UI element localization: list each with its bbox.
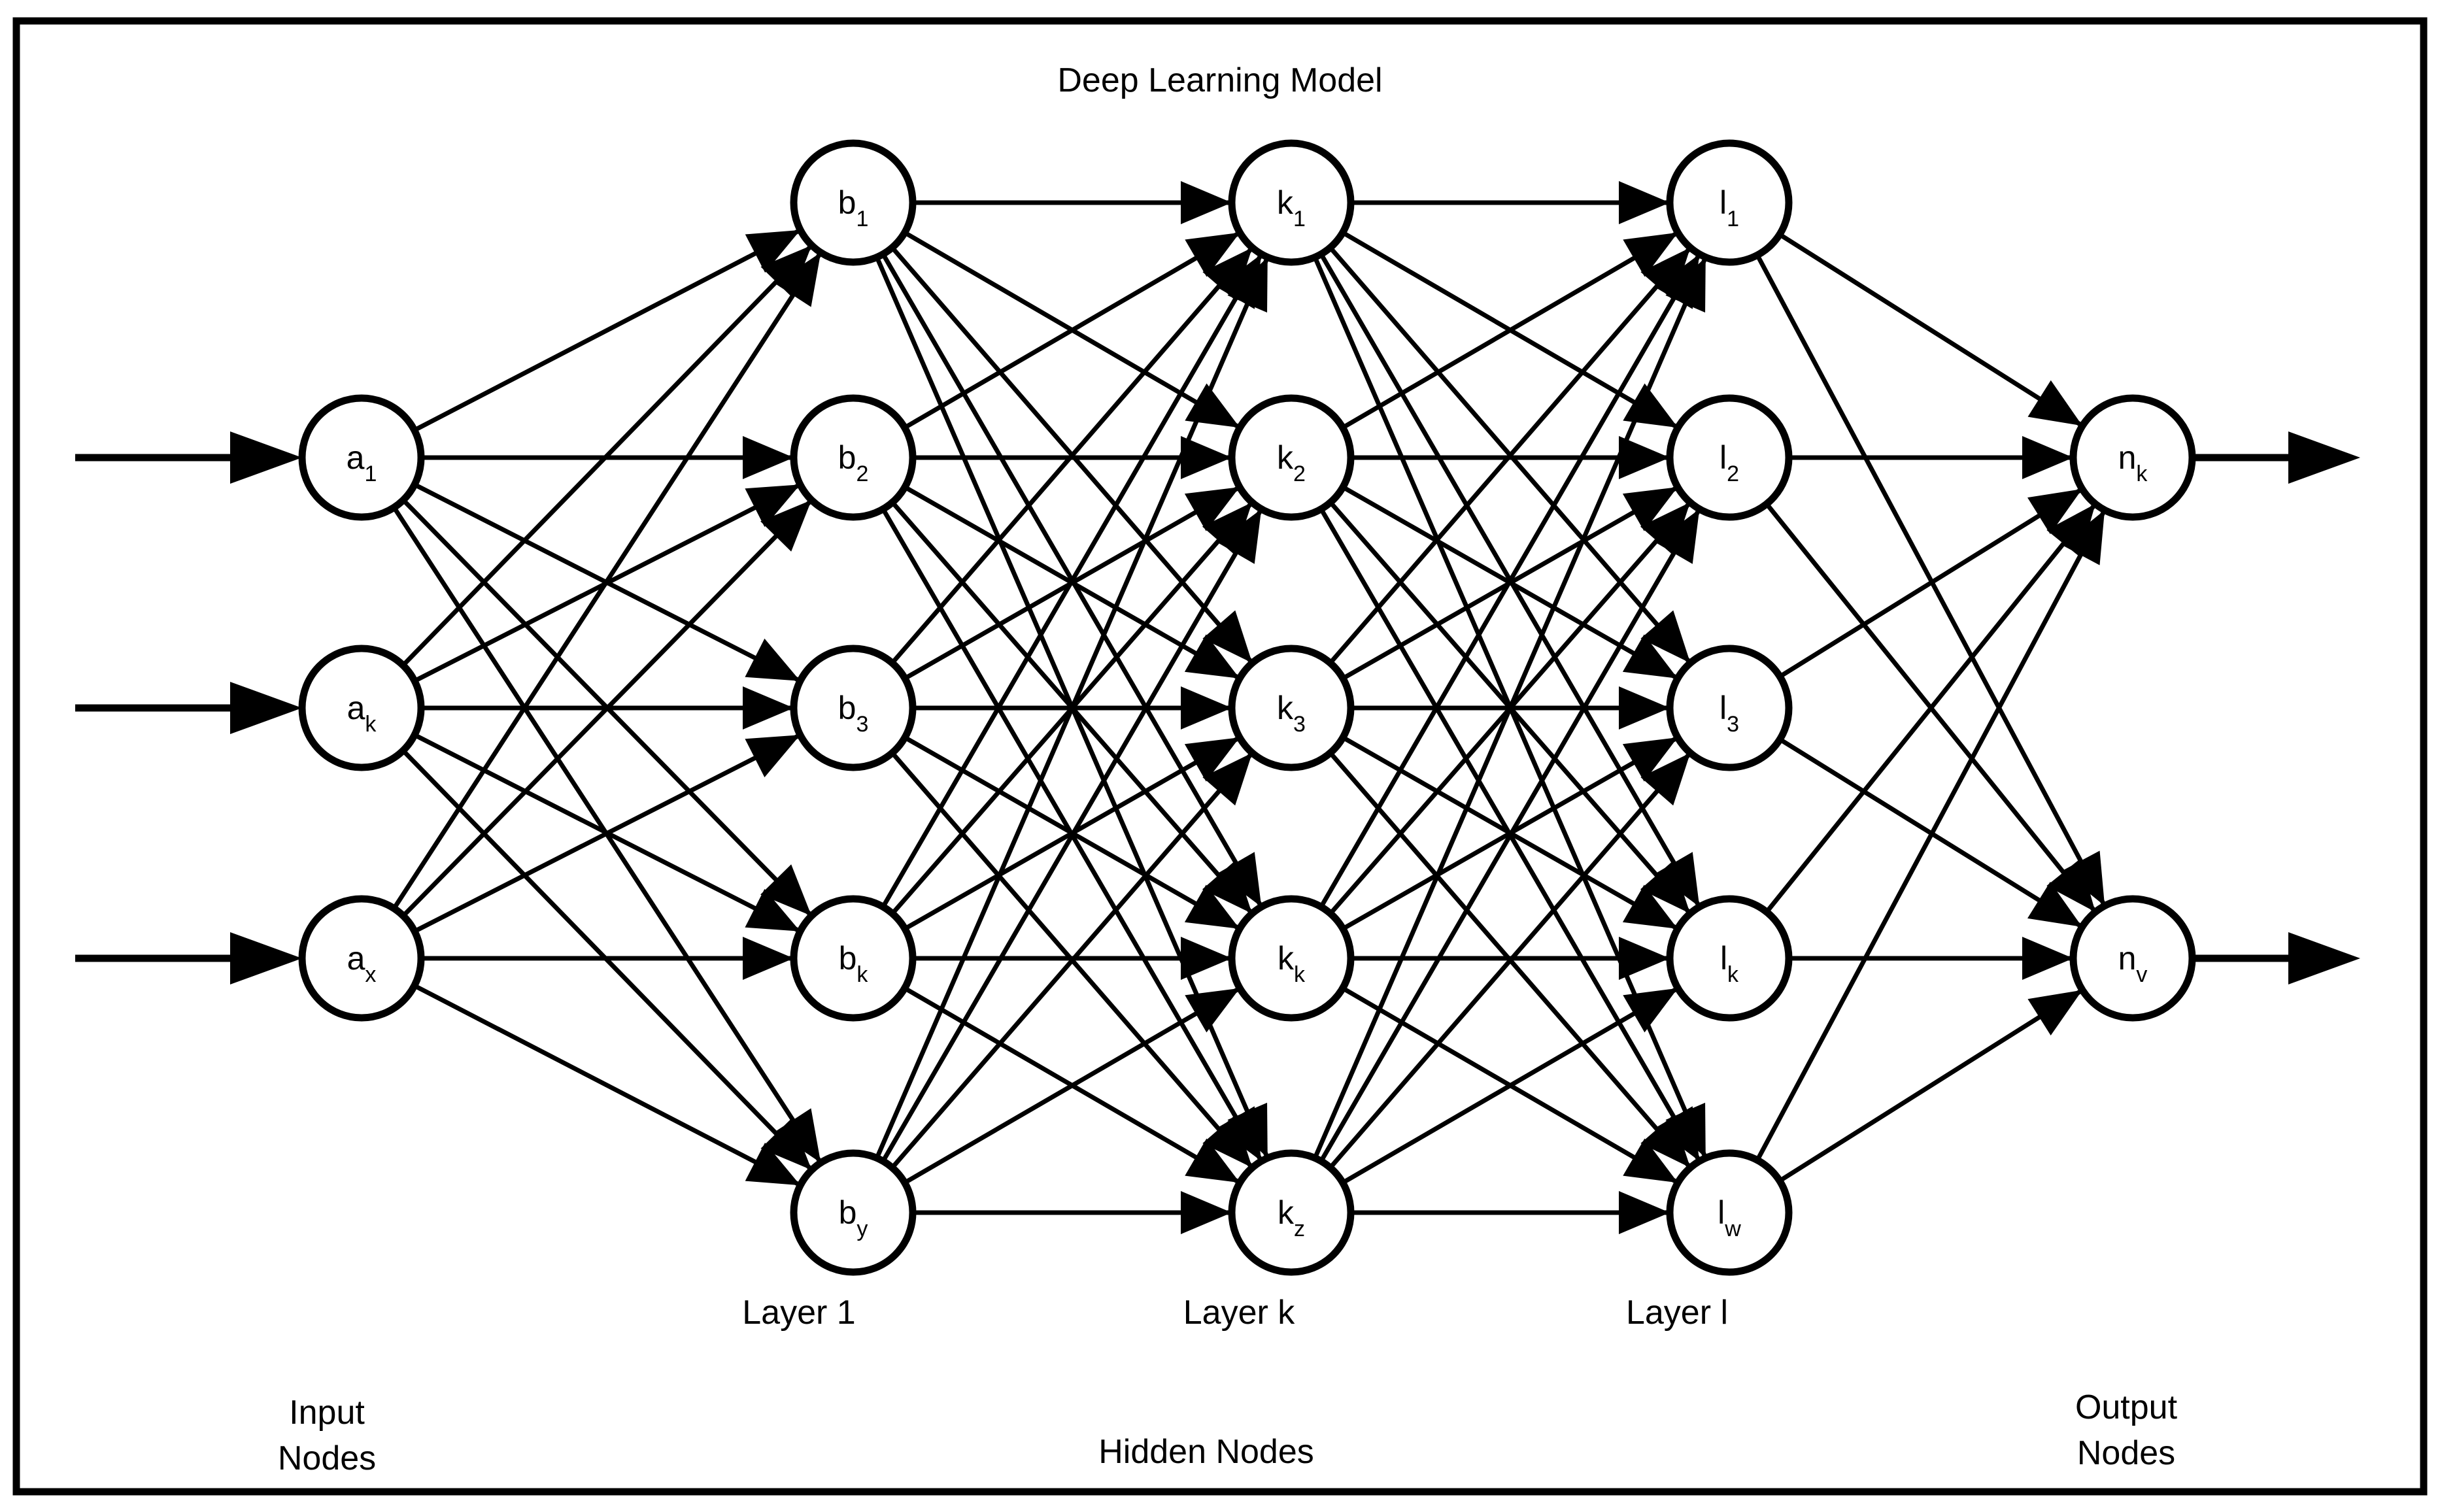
page-title: Deep Learning Model (1057, 61, 1382, 99)
edge-arrowhead-input-2-layer1-2 (745, 735, 800, 778)
group-label-hidden: Hidden Nodes (1098, 1433, 1314, 1471)
edge-arrowhead-layer1-4-layerk-4 (1181, 1191, 1232, 1234)
edge-arrowhead-input-0-layer1-1 (743, 436, 794, 479)
edge-input-2-layer1-4 (413, 983, 802, 1188)
labels-group: Input Nodes Layer 1 Layer k Layer l Output Nod… (278, 1294, 2178, 1477)
layer-label-layerl: Layer l (1626, 1294, 1728, 1332)
node-lw[interactable] (1666, 1149, 1793, 1276)
layer-label-layer1: Layer 1 (742, 1294, 855, 1332)
group-label-output-line1: Output (2075, 1388, 2178, 1426)
input-arrow-head-0 (230, 431, 302, 484)
edge-arrowhead-layer1-3-layerk-3 (1181, 937, 1232, 980)
edge-layerl-0-output-0 (1778, 232, 2084, 428)
edge-arrowhead-layerk-2-layerl-2 (1619, 686, 1670, 730)
node-lk[interactable] (1666, 895, 1793, 1022)
edge-layerl-4-output-0 (1755, 509, 2107, 1162)
group-label-output-line2: Nodes (2077, 1434, 2175, 1472)
edge-input-0-layer1-0 (413, 227, 802, 433)
node-l1[interactable] (1666, 139, 1793, 266)
diagram-canvas: a1 ak ax b1 b2 b3 bk by k1 k2 k3 kk kz l1 l2 l3 lk lw nk nv… (0, 0, 2440, 1512)
input-arrow-head-2 (230, 932, 302, 984)
edge-arrowhead-layerk-0-layerl-0 (1619, 181, 1670, 224)
edge-arrowhead-input-1-layer1-2 (743, 686, 794, 730)
edge-arrowhead-layerl-0-output-0 (2027, 380, 2083, 426)
layer-label-layerk: Layer k (1183, 1294, 1296, 1332)
group-label-input-line2: Nodes (278, 1439, 376, 1477)
edge-arrowhead-layer1-2-layerk-2 (1181, 686, 1232, 730)
output-arrow-head-0 (2288, 431, 2360, 484)
group-label-input-line1: Input (289, 1394, 365, 1432)
edge-arrowhead-layer1-0-layerk-0 (1181, 181, 1232, 224)
output-arrow-head-1 (2288, 932, 2360, 984)
neural-network-diagram: a1akaxb1b2b3bkbyk1k2k3kkkzl1l2l3lklwnknv… (12, 17, 2428, 1496)
node-l3[interactable] (1666, 645, 1793, 771)
input-arrow-head-1 (230, 682, 302, 734)
edge-arrowhead-input-2-layer1-3 (743, 937, 794, 980)
edge-arrowhead-layerk-4-layerl-4 (1619, 1191, 1670, 1234)
edge-layerl-4-output-1 (1778, 988, 2084, 1183)
edge-arrowhead-layerl-3-output-1 (2022, 937, 2073, 980)
edge-layerl-2-output-0 (1778, 487, 2084, 679)
edge-arrowhead-layerl-4-output-1 (2027, 990, 2083, 1036)
edge-arrowhead-input-0-layer1-2 (745, 638, 800, 681)
edge-input-2-layer1-0 (392, 251, 823, 910)
edge-arrowhead-layerk-3-layerl-3 (1619, 937, 1670, 980)
node-l2[interactable] (1666, 394, 1793, 521)
edge-arrowhead-layerl-1-output-0 (2022, 436, 2073, 479)
